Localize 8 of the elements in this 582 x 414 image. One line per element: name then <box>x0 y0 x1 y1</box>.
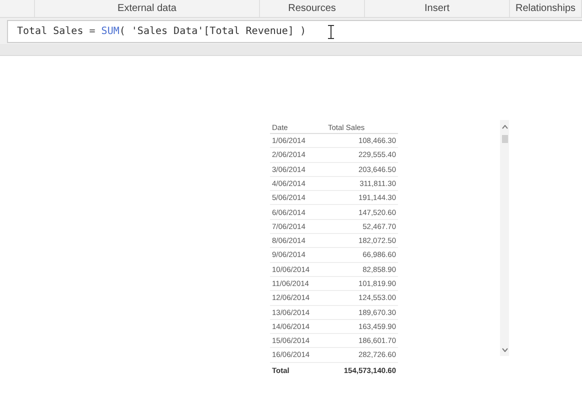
scrollbar[interactable] <box>500 120 509 356</box>
ribbon-group-label: External data <box>35 0 260 17</box>
formula-field[interactable]: Total Sales = SUM( 'Sales Data'[Total Revenue] ) <box>7 20 582 43</box>
ribbon-group-label: Relationships <box>510 0 582 17</box>
text-cursor-icon <box>328 24 334 38</box>
scrollbar-thumb[interactable] <box>502 135 508 143</box>
ribbon-group-label: Resources <box>260 0 365 17</box>
ribbon-group-label: Insert <box>365 0 510 17</box>
